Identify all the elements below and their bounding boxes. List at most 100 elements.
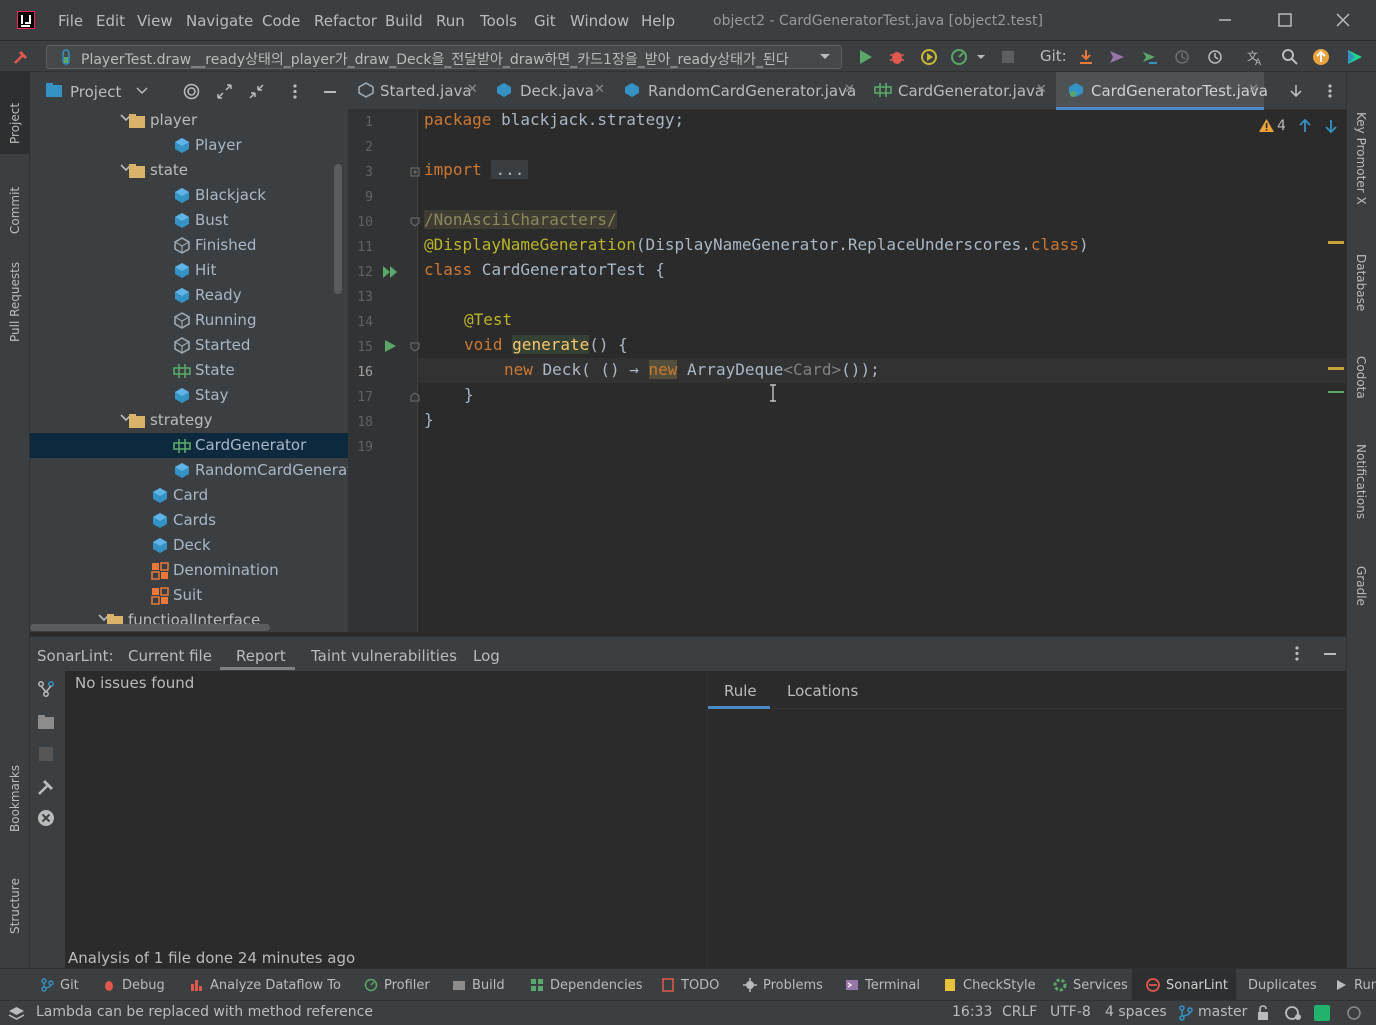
profiler-icon[interactable] [950, 48, 968, 66]
vcs-changes-icon[interactable] [37, 680, 55, 698]
memory-indicator-icon[interactable] [1346, 1005, 1362, 1021]
hide-panel-icon[interactable] [1322, 645, 1338, 662]
line-separator[interactable]: CRLF [1002, 1004, 1037, 1020]
previous-highlight-icon[interactable] [1298, 118, 1312, 134]
tree-item-player[interactable]: player [30, 108, 348, 133]
stop-analysis-icon[interactable] [37, 745, 55, 763]
code-area[interactable]: package blackjack.strategy; import ... /… [418, 110, 1346, 632]
menu-file[interactable]: File [58, 12, 83, 30]
run-config-dropdown[interactable]: PlayerTest.draw__ready상태의_player가_draw_D… [46, 45, 842, 69]
more-options-icon[interactable] [1294, 645, 1300, 662]
tool-pull-requests[interactable]: Pull Requests [8, 262, 22, 342]
tree-item-deck[interactable]: Deck [30, 533, 348, 558]
tree-item-running[interactable]: Running [30, 308, 348, 333]
menu-navigate[interactable]: Navigate [186, 12, 253, 30]
tool-gradle[interactable]: Gradle [1354, 566, 1368, 606]
analyze-folder-icon[interactable] [37, 713, 55, 731]
tree-item-player[interactable]: Player [30, 133, 348, 158]
menu-refactor[interactable]: Refactor [314, 12, 377, 30]
tree-item-hit[interactable]: Hit [30, 258, 348, 283]
sonar-tab-report[interactable]: Report [236, 647, 286, 665]
run-icon[interactable] [856, 48, 874, 66]
configure-icon[interactable] [37, 778, 55, 796]
status-message[interactable]: Lambda can be replaced with method refer… [36, 1004, 373, 1020]
project-panel-title[interactable]: Project [70, 83, 121, 101]
tree-item-started[interactable]: Started [30, 333, 348, 358]
warning-icon[interactable] [1258, 118, 1275, 133]
menu-view[interactable]: View [137, 12, 173, 30]
history-icon[interactable] [1173, 48, 1191, 66]
tree-item-finished[interactable]: Finished [30, 233, 348, 258]
tree-item-strategy[interactable]: strategy [30, 408, 348, 433]
close-tab-icon[interactable]: ✕ [467, 82, 478, 97]
tree-item-randomcardgenerator[interactable]: RandomCardGenerator [30, 458, 368, 483]
locations-tab[interactable]: Locations [787, 682, 858, 700]
hide-panel-icon[interactable] [322, 83, 338, 100]
tree-item-bust[interactable]: Bust [30, 208, 348, 233]
chevron-down-icon[interactable] [975, 48, 987, 66]
git-update-icon[interactable] [1077, 48, 1095, 66]
minimize-icon[interactable] [1213, 8, 1237, 32]
tab-deck[interactable]: Deck.java ✕ [486, 72, 612, 110]
menu-window[interactable]: Window [570, 12, 629, 30]
locate-file-icon[interactable] [183, 83, 200, 100]
tool-key-promoter[interactable]: Key Promoter X [1354, 112, 1368, 205]
tree-item-state[interactable]: state [30, 158, 348, 183]
sonar-tab-current-file[interactable]: Current file [128, 647, 212, 665]
translate-icon[interactable]: 文A [1246, 48, 1264, 66]
tool-structure[interactable]: Structure [8, 878, 22, 934]
tab-started[interactable]: Started.java ✕ [348, 72, 486, 110]
tool-codota[interactable]: Codota [1354, 356, 1368, 399]
warnings-count[interactable]: 4 [1277, 118, 1286, 134]
git-push-icon[interactable] [1141, 48, 1159, 66]
more-options-icon[interactable] [292, 83, 298, 100]
file-encoding[interactable]: UTF-8 [1050, 1004, 1091, 1020]
run-with-coverage-icon[interactable] [920, 48, 938, 66]
clear-results-icon[interactable] [37, 809, 55, 827]
git-commit-icon[interactable] [1108, 48, 1126, 66]
indent-setting[interactable]: 4 spaces [1105, 1004, 1167, 1020]
close-window-icon[interactable] [1331, 8, 1355, 32]
debug-icon[interactable] [888, 48, 906, 66]
tree-hscrollbar[interactable] [30, 624, 270, 631]
more-options-icon[interactable] [1327, 83, 1333, 99]
tree-item-card[interactable]: Card [30, 483, 348, 508]
inspection-profile-icon[interactable] [1284, 1005, 1302, 1021]
tree-item-ready[interactable]: Ready [30, 283, 348, 308]
tree-item-cards[interactable]: Cards [30, 508, 348, 533]
search-icon[interactable] [1281, 48, 1299, 66]
menu-edit[interactable]: Edit [96, 12, 125, 30]
tree-scrollbar[interactable] [334, 164, 342, 294]
menu-run[interactable]: Run [436, 12, 465, 30]
run-all-tests-icon[interactable] [382, 265, 398, 279]
tree-item-suit[interactable]: Suit [30, 583, 348, 608]
warning-stripe[interactable] [1328, 241, 1344, 244]
tree-item-stay[interactable]: Stay [30, 383, 348, 408]
close-tab-icon[interactable]: ✕ [1036, 82, 1047, 97]
tool-database[interactable]: Database [1354, 254, 1368, 311]
chevron-down-icon[interactable] [136, 87, 148, 95]
expand-all-icon[interactable] [216, 83, 233, 100]
menu-git[interactable]: Git [534, 12, 556, 30]
folded-imports[interactable]: ... [491, 160, 529, 179]
menu-tools[interactable]: Tools [480, 12, 517, 30]
sonar-tab-taint[interactable]: Taint vulnerabilities [311, 647, 457, 665]
warning-stripe[interactable] [1328, 367, 1344, 370]
tab-card-generator-test[interactable]: CardGeneratorTest.java ✕ [1056, 72, 1268, 110]
close-tab-icon[interactable]: ✕ [594, 82, 605, 97]
lock-icon[interactable] [1256, 1005, 1270, 1021]
menu-help[interactable]: Help [641, 12, 675, 30]
tree-item-blackjack[interactable]: Blackjack [30, 183, 348, 208]
maximize-icon[interactable] [1273, 8, 1297, 32]
stop-icon[interactable] [999, 48, 1017, 66]
menu-code[interactable]: Code [262, 12, 300, 30]
collapse-all-icon[interactable] [248, 83, 265, 100]
next-highlight-icon[interactable] [1324, 118, 1338, 134]
tool-bookmarks[interactable]: Bookmarks [8, 765, 22, 832]
tab-random-card-generator[interactable]: RandomCardGenerator.java ✕ [612, 72, 864, 110]
code-with-me-icon[interactable] [1346, 48, 1364, 66]
rule-tab[interactable]: Rule [724, 682, 757, 700]
caret-position[interactable]: 16:33 [952, 1004, 992, 1020]
tree-item-denomination[interactable]: Denomination [30, 558, 348, 583]
rollback-icon[interactable] [1206, 48, 1224, 66]
